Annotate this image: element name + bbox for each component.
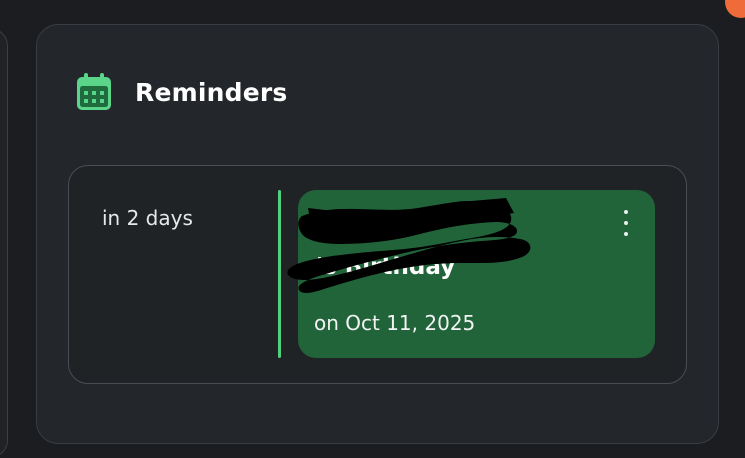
reminder-title: 's Birthday <box>316 254 456 280</box>
card-header: Reminders <box>75 72 287 112</box>
more-options-button[interactable] <box>619 210 633 236</box>
reminder-date: on Oct 11, 2025 <box>314 311 476 335</box>
reminder-list: in 2 days 's Birthday on Oct 11, 2025 <box>68 165 687 384</box>
notification-dot <box>725 0 745 18</box>
calendar-icon <box>77 73 111 110</box>
due-label: in 2 days <box>102 206 193 230</box>
redaction-scribble <box>287 198 531 293</box>
timeline-bar <box>278 190 281 358</box>
more-vertical-icon <box>624 210 628 214</box>
reminder-item[interactable]: 's Birthday on Oct 11, 2025 <box>287 190 655 358</box>
card-title: Reminders <box>135 77 288 107</box>
adjacent-panel-edge <box>0 28 8 458</box>
reminders-card: Reminders in 2 days 's Birthday on Oct 1… <box>36 24 719 444</box>
